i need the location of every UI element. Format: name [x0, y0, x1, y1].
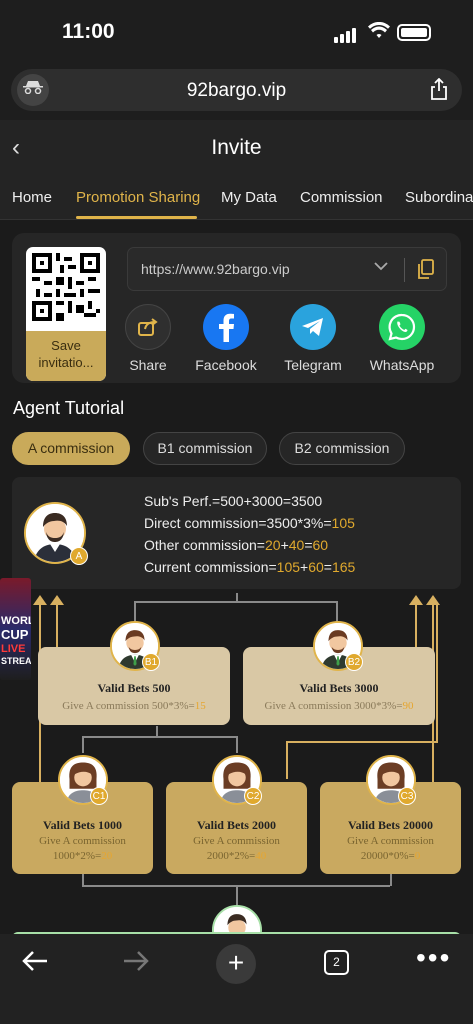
facebook-button[interactable]: Facebook [186, 304, 266, 373]
node-c3-desc: Give A commission 20000*0%=0 [347, 835, 434, 862]
formula-current-commission: Current commission=105+60=165 [144, 559, 356, 575]
tab-count-button[interactable]: 2 [324, 950, 349, 975]
status-time: 11:00 [62, 20, 115, 43]
gold-connector [56, 603, 58, 647]
formula-other-commission: Other commission=20+40=60 [144, 537, 329, 553]
connector [134, 601, 136, 623]
chevron-down-icon[interactable] [374, 258, 388, 276]
connector [236, 885, 238, 905]
tab-my-data[interactable]: My Data [221, 189, 277, 206]
battery-icon [397, 24, 431, 41]
commission-tree: Valid Bets 500 Give A commission 500*3%=… [0, 589, 473, 955]
pill-b1-commission[interactable]: B1 commission [143, 432, 267, 465]
invite-link-text: https://www.92bargo.vip [141, 261, 290, 277]
qr-code [32, 253, 100, 321]
node-b2-title: Valid Bets 3000 [299, 681, 379, 695]
telegram-icon [290, 304, 336, 350]
agent-card: A Sub's Perf.=500+3000=3500 Direct commi… [12, 477, 461, 589]
url-text[interactable]: 92bargo.vip [11, 80, 462, 102]
arrow-up-icon [426, 595, 440, 605]
tab-commission[interactable]: Commission [300, 189, 383, 206]
gold-connector [436, 603, 438, 743]
divider [404, 258, 405, 282]
node-c1-badge: C1 [90, 787, 108, 805]
gold-connector [415, 603, 417, 647]
pill-a-commission[interactable]: A commission [12, 432, 130, 465]
copy-icon[interactable] [418, 259, 434, 279]
node-b1-badge: B1 [142, 653, 160, 671]
qr-card[interactable]: Save invitatio... [26, 247, 106, 381]
whatsapp-label: WhatsApp [369, 357, 435, 373]
agent-tutorial-title: Agent Tutorial [13, 398, 125, 418]
node-c2-title: Valid Bets 2000 [197, 818, 276, 832]
save-invitation-button[interactable]: Save invitatio... [26, 331, 106, 381]
share-button[interactable]: Share [108, 304, 188, 373]
connector [82, 736, 238, 738]
node-c2-desc: Give A commission 2000*2%=40 [193, 835, 280, 862]
browser-share-icon[interactable] [430, 78, 448, 100]
share-card: Save invitatio... https://www.92bargo.vi… [12, 233, 461, 383]
node-b1-title: Valid Bets 500 [97, 681, 171, 695]
arrow-up-icon [33, 595, 47, 605]
formula-subs-perf: Sub's Perf.=500+3000=3500 [144, 493, 323, 509]
connector [390, 874, 392, 886]
facebook-label: Facebook [195, 357, 257, 373]
forward-arrow-icon[interactable] [123, 948, 149, 979]
node-c3-badge: C3 [398, 787, 416, 805]
tab-subordinate[interactable]: Subordinate [405, 189, 473, 206]
connector [336, 601, 338, 623]
signal-icon [334, 25, 358, 43]
node-b1-desc: Give A commission 500*3%=15 [62, 700, 206, 712]
facebook-icon [203, 304, 249, 350]
more-menu-icon[interactable]: ••• [416, 942, 451, 974]
arrow-up-icon [50, 595, 64, 605]
new-tab-plus-icon[interactable]: + [216, 944, 256, 984]
telegram-button[interactable]: Telegram [273, 304, 353, 373]
telegram-label: Telegram [284, 357, 342, 373]
whatsapp-button[interactable]: WhatsApp [362, 304, 442, 373]
screen: 11:00 92bargo.vip ‹ Invite Home Promotio… [0, 0, 473, 1024]
world-cup-live-banner[interactable]: WORLD CUP LIVE STREAM [0, 578, 31, 680]
gold-connector [286, 741, 288, 779]
connector [82, 736, 84, 753]
connector [236, 736, 238, 753]
page-title: Invite [211, 136, 262, 159]
node-b2-badge: B2 [345, 653, 363, 671]
connector [236, 593, 238, 603]
browser-toolbar: 92bargo.vip [0, 62, 473, 120]
browser-bottom-nav: + 2 ••• [0, 934, 473, 1024]
invite-link-field[interactable]: https://www.92bargo.vip [127, 247, 447, 291]
tab-bar: Home Promotion Sharing My Data Commissio… [0, 176, 473, 220]
node-c3-title: Valid Bets 20000 [348, 818, 433, 832]
formula-direct-commission: Direct commission=3500*3%=105 [144, 515, 355, 531]
arrow-up-icon [409, 595, 423, 605]
agent-badge: A [70, 547, 88, 565]
tab-promotion-sharing[interactable]: Promotion Sharing [76, 189, 200, 206]
gold-connector [286, 741, 438, 743]
node-b2-desc: Give A commission 3000*3%=90 [264, 700, 414, 712]
tab-home[interactable]: Home [12, 189, 52, 206]
wifi-icon [368, 21, 390, 45]
whatsapp-icon [379, 304, 425, 350]
share-icon [125, 304, 171, 350]
page-header: ‹ Invite [0, 120, 473, 176]
node-c2-badge: C2 [244, 787, 262, 805]
pill-b2-commission[interactable]: B2 commission [279, 432, 405, 465]
node-c1-desc: Give A commission 1000*2%=20 [39, 835, 126, 862]
share-label: Share [129, 357, 167, 373]
back-arrow-icon[interactable] [22, 948, 48, 979]
address-bar[interactable]: 92bargo.vip [11, 69, 462, 111]
active-tab-indicator [76, 216, 197, 219]
status-bar: 11:00 [0, 0, 473, 62]
node-c1-title: Valid Bets 1000 [43, 818, 122, 832]
